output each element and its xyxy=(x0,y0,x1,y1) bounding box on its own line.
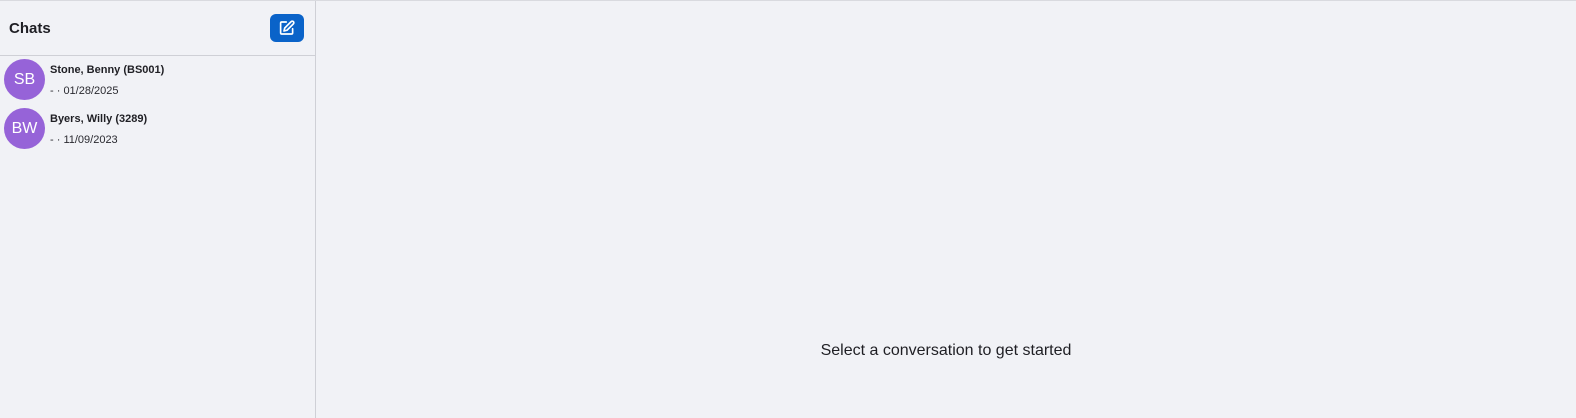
avatar: BW xyxy=(4,108,45,149)
chat-app: Chats SB Stone, Benny (BS001) - · 01/28/… xyxy=(0,0,1576,418)
chat-list-item[interactable]: BW Byers, Willy (3289) - · 11/09/2023 xyxy=(0,108,315,157)
chat-list: SB Stone, Benny (BS001) - · 01/28/2025 B… xyxy=(0,56,315,157)
conversation-pane: Select a conversation to get started xyxy=(316,1,1576,418)
avatar: SB xyxy=(4,59,45,100)
sidebar-title: Chats xyxy=(9,19,51,37)
chat-list-item[interactable]: SB Stone, Benny (BS001) - · 01/28/2025 xyxy=(0,59,315,108)
chat-sidebar: Chats SB Stone, Benny (BS001) - · 01/28/… xyxy=(0,1,316,418)
empty-state-message: Select a conversation to get started xyxy=(820,342,1072,359)
chat-item-text: Byers, Willy (3289) - · 11/09/2023 xyxy=(50,108,147,147)
new-chat-button[interactable] xyxy=(270,14,304,42)
chat-contact-name: Stone, Benny (BS001) xyxy=(50,64,165,76)
chat-contact-name: Byers, Willy (3289) xyxy=(50,113,148,125)
chat-item-text: Stone, Benny (BS001) - · 01/28/2025 xyxy=(50,59,164,98)
sidebar-header: Chats xyxy=(0,1,315,56)
chat-last-date: - · 01/28/2025 xyxy=(50,85,119,97)
edit-square-icon xyxy=(279,20,295,35)
chat-last-date: - · 11/09/2023 xyxy=(50,134,118,146)
